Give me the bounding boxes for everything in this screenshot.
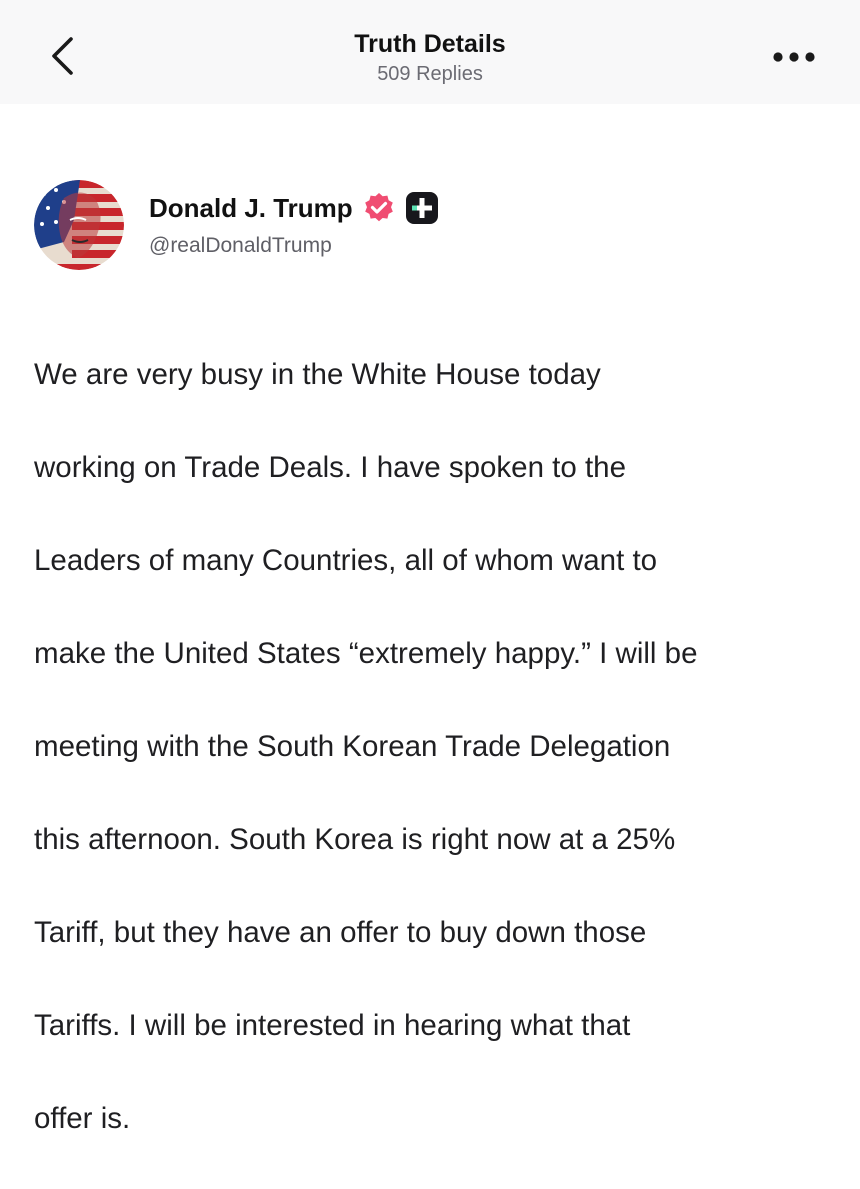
page-title: Truth Details [354, 30, 506, 58]
author-handle[interactable]: @realDonaldTrump [149, 234, 332, 258]
post-line: this afternoon. South Korea is right now… [34, 822, 676, 856]
post-line: working on Trade Deals. I have spoken to… [34, 450, 626, 484]
more-options-button[interactable] [764, 34, 824, 80]
chevron-left-icon [52, 37, 73, 75]
post-line: Leaders of many Countries, all of whom w… [34, 543, 658, 577]
author-name[interactable]: Donald J. Trump [149, 193, 353, 224]
header-title-block: Truth Details 509 Replies [230, 28, 630, 88]
verified-badge-icon [363, 192, 395, 224]
author-name-line: Donald J. Trump [149, 188, 439, 228]
replies-count: 509 Replies [377, 63, 483, 85]
more-horizontal-icon [773, 52, 815, 62]
truth-plus-badge-icon [405, 191, 439, 225]
avatar[interactable] [34, 180, 124, 270]
post-author: Donald J. Trump @realDonaldTrump [34, 180, 824, 270]
post-line: Tariffs. I will be interested in hearing… [34, 1008, 631, 1042]
post-line: We are very busy in the White House toda… [34, 357, 601, 391]
post-line: meeting with the South Korean Trade Dele… [34, 729, 671, 763]
post-line: offer is. [34, 1101, 131, 1135]
post-line: Tariff, but they have an offer to buy do… [34, 915, 647, 949]
post-line: make the United States “extremely happy.… [34, 636, 698, 670]
post-text: We are very busy in the White House toda… [34, 305, 824, 1189]
top-bar: Truth Details 509 Replies [0, 0, 860, 104]
back-button[interactable] [34, 28, 90, 84]
avatar-image [34, 180, 124, 270]
